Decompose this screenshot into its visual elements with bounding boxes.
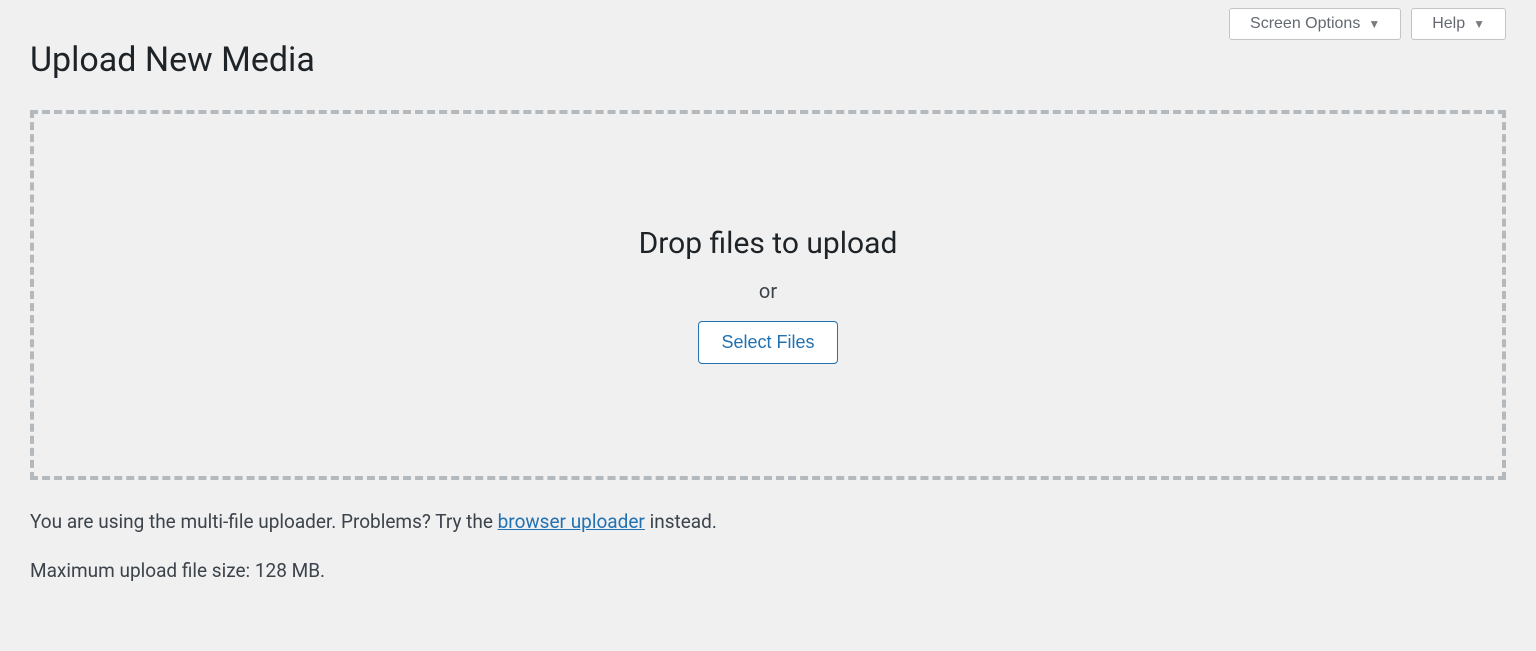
screen-options-button[interactable]: Screen Options ▼ <box>1229 8 1401 40</box>
screen-options-label: Screen Options <box>1250 15 1360 33</box>
browser-uploader-link[interactable]: browser uploader <box>498 510 645 533</box>
header-buttons: Screen Options ▼ Help ▼ <box>1229 8 1506 40</box>
upload-dropzone[interactable]: Drop files to upload or Select Files <box>30 110 1506 480</box>
caret-down-icon: ▼ <box>1473 17 1485 31</box>
info-prefix: You are using the multi-file uploader. P… <box>30 510 498 533</box>
uploader-info-text: You are using the multi-file uploader. P… <box>30 508 1506 537</box>
help-label: Help <box>1432 15 1465 33</box>
select-files-button[interactable]: Select Files <box>698 321 837 364</box>
info-suffix: instead. <box>645 510 717 533</box>
dropzone-instruction: Drop files to upload <box>639 226 898 261</box>
max-upload-size: Maximum upload file size: 128 MB. <box>30 559 1506 582</box>
caret-down-icon: ▼ <box>1368 17 1380 31</box>
help-button[interactable]: Help ▼ <box>1411 8 1506 40</box>
dropzone-or-label: or <box>759 279 777 303</box>
